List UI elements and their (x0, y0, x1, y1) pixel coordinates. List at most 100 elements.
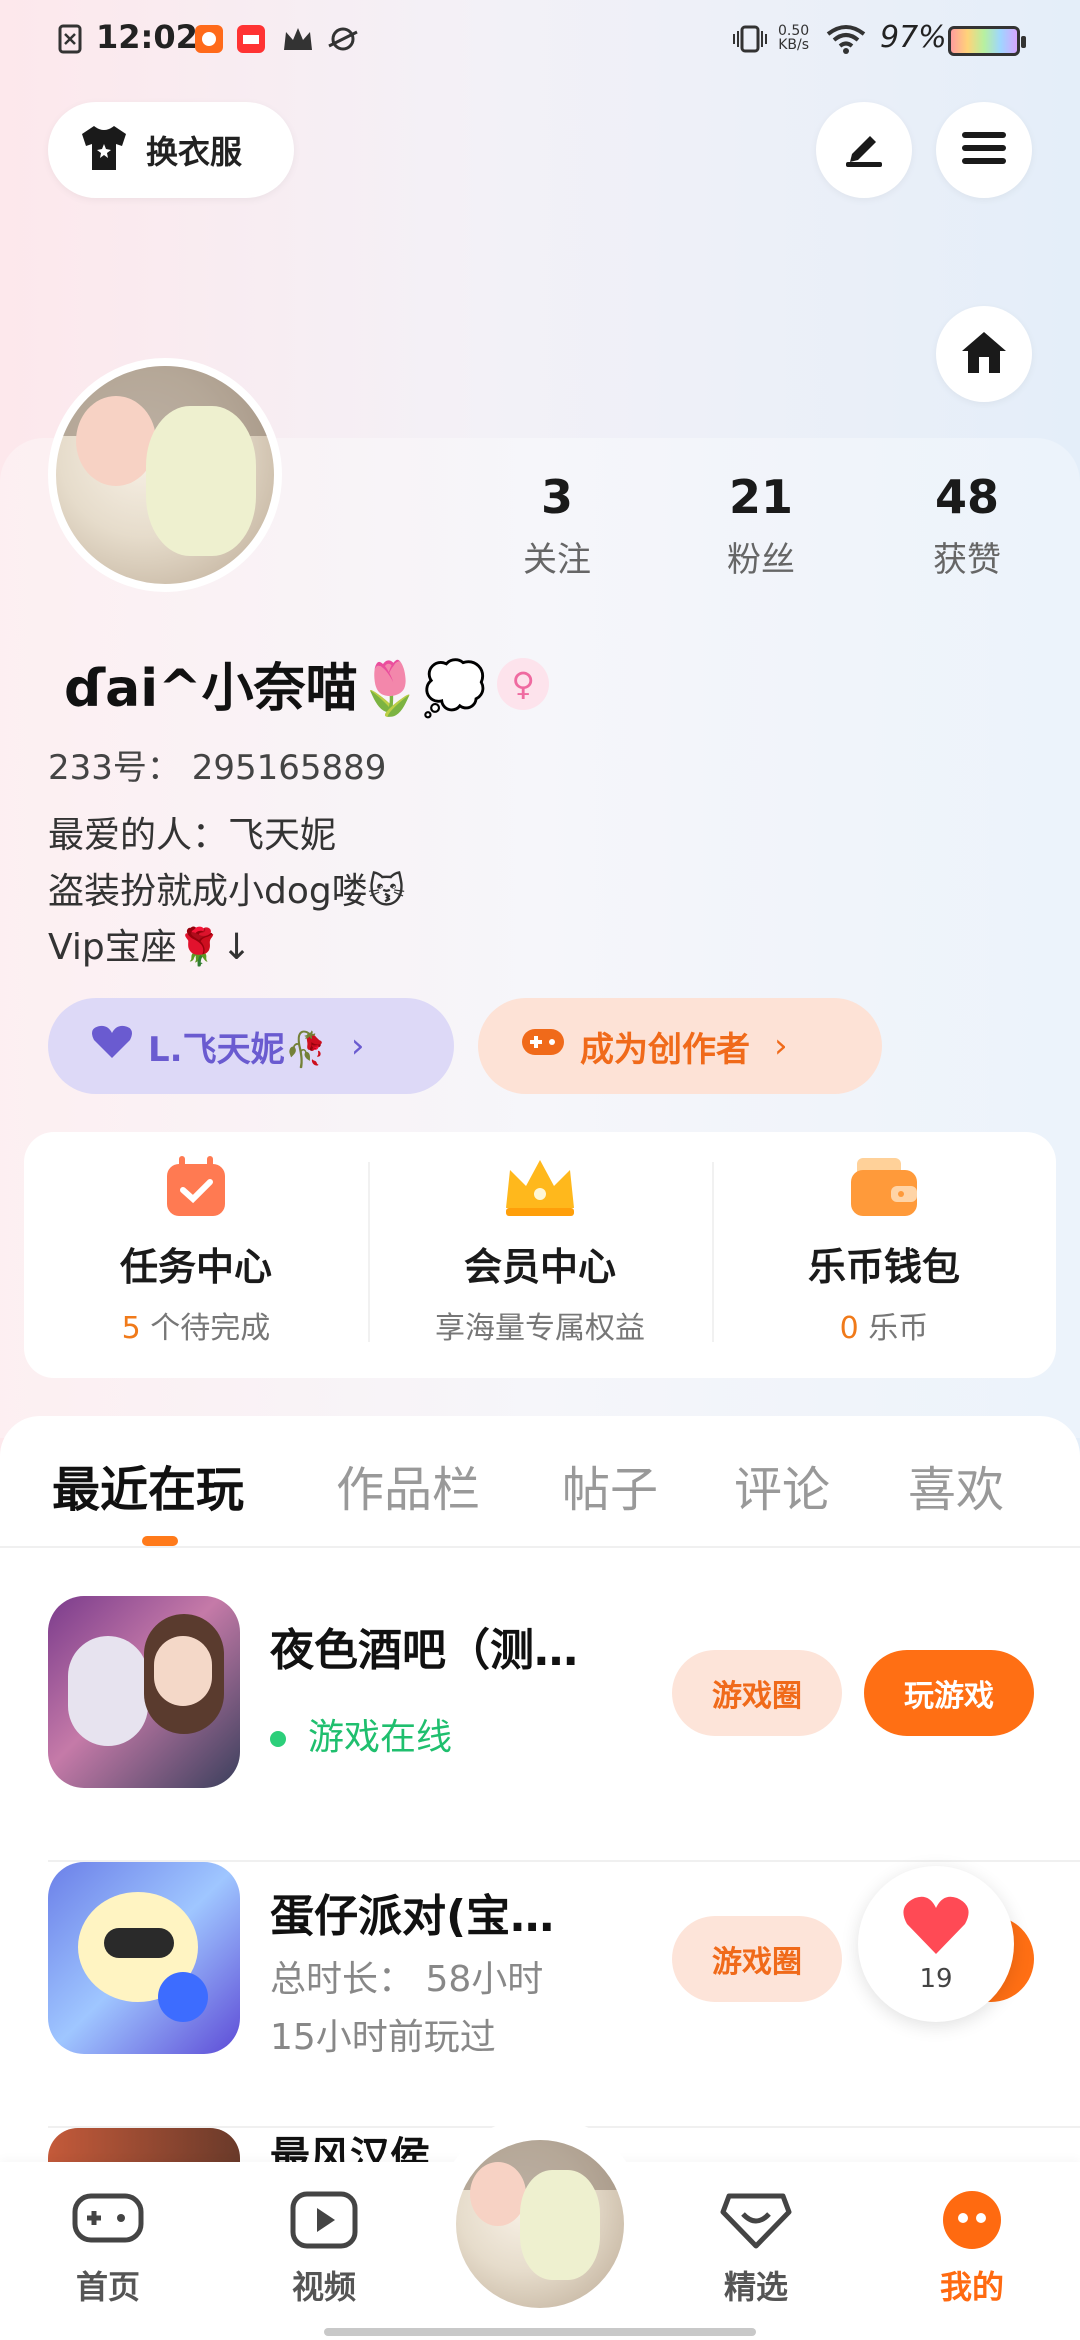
task-center-sub: 5 个待完成 (122, 1303, 271, 1347)
like-count: 19 (919, 1964, 953, 1994)
game-icon (48, 2128, 240, 2162)
game-duration: 总时长： 58小时 (270, 1959, 544, 2000)
quick-entry-card: 任务中心 5 个待完成 会员中心 享海量专属权益 乐币钱包 0 乐币 (24, 1132, 1056, 1378)
bio: 最爱的人：飞天妮 盗装扮就成小dog喽😽 Vip宝座🌹↓ (48, 808, 405, 976)
nav-mine[interactable]: 我的 (912, 2190, 1032, 2308)
coin-balance: 0 (839, 1311, 859, 1346)
play-video-icon (289, 2190, 359, 2254)
planet-icon (326, 24, 360, 54)
task-center[interactable]: 任务中心 5 个待完成 (24, 1132, 368, 1378)
become-creator-button[interactable]: 成为创作者 › (478, 998, 882, 1094)
change-outfit-label: 换衣服 (146, 133, 243, 171)
stat-likes-value: 48 (934, 470, 999, 524)
stat-fans-label: 粉丝 (727, 540, 795, 580)
battery-percent: 97% (880, 20, 947, 55)
heart-icon (90, 1024, 134, 1069)
heart-icon (901, 1894, 971, 1960)
tab-comments[interactable]: 评论 (734, 1450, 830, 1520)
nav-video-label: 视频 (291, 2268, 356, 2306)
gamepad-icon (71, 2190, 145, 2254)
tab-indicator (142, 1536, 178, 1546)
game-name: 夜色酒吧（测… (270, 1625, 578, 1676)
change-outfit-button[interactable]: 换衣服 (48, 102, 294, 198)
wifi-icon (826, 24, 866, 54)
tshirt-icon (78, 124, 130, 176)
tab-works[interactable]: 作品栏 (336, 1450, 480, 1520)
partner-pill[interactable]: L.飞天妮🥀 › (48, 998, 454, 1094)
game-icon (48, 1862, 240, 2054)
member-center[interactable]: 会员中心 享海量专属权益 (368, 1132, 712, 1378)
stat-fans-value: 21 (728, 470, 793, 524)
task-center-sub-text: 个待完成 (140, 1311, 271, 1346)
tab-likes[interactable]: 喜欢 (908, 1450, 1004, 1520)
battery-icon (948, 26, 1026, 56)
house-icon (959, 329, 1009, 379)
menu-button[interactable] (936, 102, 1032, 198)
game-name: 蛋仔派对(宝… (270, 1891, 555, 1942)
calendar-check-icon (163, 1154, 229, 1224)
status-bar: 12:02 0.50 KB/s 97% (0, 0, 1080, 80)
crown-icon (282, 24, 314, 54)
nav-mine-label: 我的 (939, 2268, 1004, 2306)
game-last-played: 15小时前玩过 (270, 2017, 496, 2058)
pencil-icon (842, 128, 886, 172)
game-circle-button[interactable]: 游戏圈 (672, 1650, 842, 1736)
nav-featured-label: 精选 (723, 2268, 788, 2306)
wallet-sub-text: 乐币 (858, 1311, 929, 1346)
like-floating-button[interactable]: 19 (858, 1866, 1014, 2022)
bio-line: 盗装扮就成小dog喽😽 (48, 871, 406, 912)
edit-button[interactable] (816, 102, 912, 198)
game-name: 最风汉侯 (270, 2134, 430, 2162)
network-speed-unit: KB/s (778, 37, 809, 53)
nav-home-label: 首页 (75, 2268, 140, 2306)
tab-posts[interactable]: 帖子 (562, 1450, 658, 1520)
nickname-row: ɗai^小奈喵🌷💭 ♀ (64, 646, 550, 721)
app-notification-icon (194, 24, 224, 54)
wallet-icon (847, 1154, 921, 1224)
stat-fans[interactable]: 21 粉丝 (686, 470, 836, 581)
wallet-title: 乐币钱包 (807, 1245, 960, 1289)
partner-label: L.飞天妮🥀 (148, 1029, 327, 1070)
stat-likes-label: 获赞 (933, 540, 1001, 580)
game-icon (48, 1596, 240, 1788)
tab-recently-played[interactable]: 最近在玩 (52, 1450, 244, 1520)
center-avatar-button[interactable] (456, 2140, 624, 2308)
bio-line: 最爱的人：飞天妮 (48, 815, 337, 856)
gamepad-icon (520, 1025, 566, 1068)
game-circle-button[interactable]: 游戏圈 (672, 1916, 842, 2002)
game-status-text: 游戏在线 (308, 1717, 453, 1758)
shop-notification-icon (236, 24, 266, 54)
task-count: 5 (121, 1311, 141, 1346)
chevron-right-icon: › (774, 1026, 788, 1066)
game-row[interactable]: 夜色酒吧（测… 游戏在线 游戏圈 玩游戏 (0, 1596, 1080, 1862)
divider (0, 1546, 1080, 1548)
avatar[interactable] (48, 358, 282, 592)
task-center-title: 任务中心 (119, 1245, 272, 1289)
become-creator-label: 成为创作者 (580, 1029, 750, 1070)
member-center-sub: 享海量专属权益 (435, 1311, 645, 1346)
nav-video[interactable]: 视频 (264, 2190, 384, 2308)
wallet-sub: 0 乐币 (840, 1303, 929, 1347)
heart-gem-icon (719, 2190, 793, 2254)
wallet[interactable]: 乐币钱包 0 乐币 (712, 1132, 1056, 1378)
vibrate-icon (730, 24, 770, 54)
play-game-button[interactable]: 玩游戏 (864, 1650, 1034, 1736)
game-status: 游戏在线 (270, 1708, 452, 1760)
nav-featured[interactable]: 精选 (696, 2190, 816, 2308)
profile-face-icon (939, 2190, 1005, 2254)
home-indicator (324, 2328, 756, 2336)
stat-following[interactable]: 3 关注 (482, 470, 632, 581)
chevron-right-icon: › (350, 1026, 365, 1066)
stat-following-label: 关注 (523, 540, 591, 580)
online-indicator (270, 1731, 286, 1747)
crown-icon (500, 1154, 580, 1224)
sim-off-icon (58, 24, 82, 54)
female-icon: ♀ (497, 657, 550, 710)
status-time: 12:02 (96, 18, 198, 56)
network-speed: 0.50 KB/s (778, 24, 809, 52)
nav-home[interactable]: 首页 (48, 2190, 168, 2308)
hamburger-icon (962, 130, 1006, 170)
home-button[interactable] (936, 306, 1032, 402)
stat-likes[interactable]: 48 获赞 (892, 470, 1042, 581)
bio-line: Vip宝座🌹↓ (48, 927, 252, 968)
